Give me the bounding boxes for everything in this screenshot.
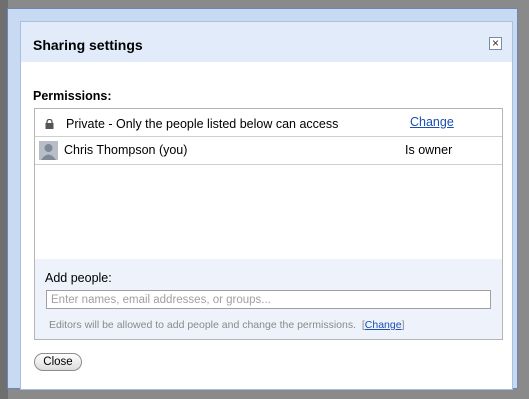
person-role: Is owner [405, 143, 453, 157]
sharing-dialog-frame: Sharing settings × Permissions: Private … [7, 8, 518, 390]
close-button[interactable]: Close [34, 353, 82, 371]
add-people-label: Add people: [45, 271, 112, 285]
editors-note-text: Editors will be allowed to add people an… [49, 319, 357, 331]
dialog-title: Sharing settings [33, 37, 143, 53]
visibility-text: Private - Only the people listed below c… [66, 117, 339, 131]
lock-icon [45, 119, 54, 129]
permissions-heading: Permissions: [33, 89, 112, 103]
permissions-list: Private - Only the people listed below c… [34, 108, 503, 340]
avatar-icon [39, 141, 58, 160]
change-visibility-link[interactable]: Change [410, 115, 454, 129]
sharing-dialog: Sharing settings × Permissions: Private … [20, 21, 513, 390]
person-row: Chris Thompson (you) Is owner [35, 137, 502, 165]
add-people-section: Add people: Editors will be allowed to a… [35, 259, 502, 339]
add-people-input[interactable] [46, 290, 491, 309]
person-name: Chris Thompson (you) [64, 143, 188, 157]
note-close-bracket: ] [401, 319, 405, 331]
visibility-row: Private - Only the people listed below c… [35, 109, 502, 137]
editors-change-link[interactable]: Change [365, 319, 402, 331]
close-icon[interactable]: × [489, 37, 502, 50]
editors-note: Editors will be allowed to add people an… [49, 319, 405, 331]
dialog-header: Sharing settings × [21, 22, 512, 62]
